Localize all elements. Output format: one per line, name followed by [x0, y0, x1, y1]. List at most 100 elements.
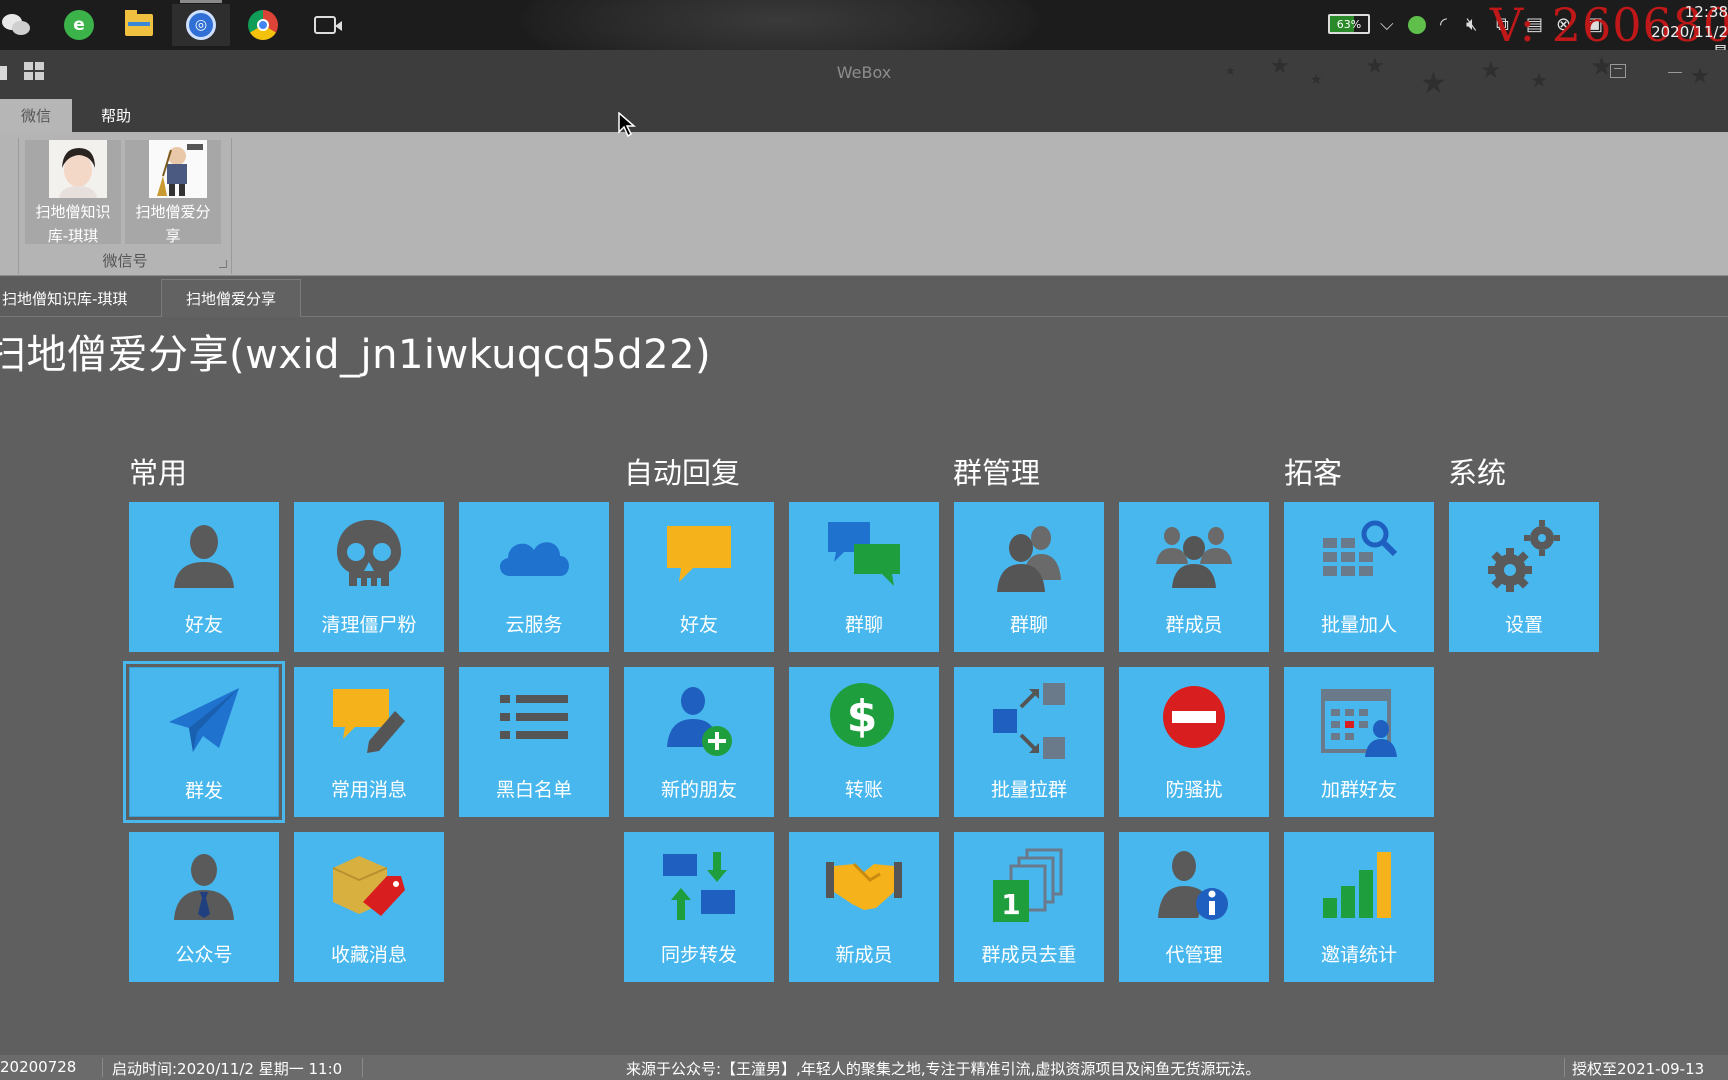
- tile-cloud-service[interactable]: 云服务: [459, 502, 609, 652]
- taskbar-chromium-app[interactable]: ◎: [172, 0, 230, 46]
- tile-label: 加群好友: [1320, 779, 1397, 801]
- license-text: 授权至2021-09-13: [1572, 1060, 1705, 1078]
- ribbon-group-label: 微信号: [102, 252, 148, 270]
- taskbar-file-explorer[interactable]: [110, 4, 168, 46]
- tab-help[interactable]: 帮助: [86, 99, 146, 132]
- tile-official-account[interactable]: 公众号: [129, 832, 279, 982]
- section-group-manage: 群管理: [953, 456, 1041, 490]
- clock-time: 12:38: [1684, 3, 1728, 21]
- calendar-person-icon: [1321, 689, 1397, 757]
- tile-label: 批量加人: [1320, 614, 1397, 636]
- svg-text:1: 1: [1001, 888, 1020, 921]
- tile-agent-manage[interactable]: 代管理: [1119, 832, 1269, 982]
- account-label-line2: 库-琪琪: [47, 227, 99, 245]
- browser-360-icon: e: [64, 10, 94, 40]
- wechat-icon: [2, 12, 32, 38]
- tile-member-dedup[interactable]: 1 群成员去重: [954, 832, 1104, 982]
- tile-label: 批量拉群: [990, 779, 1067, 801]
- avatar: [49, 140, 107, 198]
- tile-new-friends[interactable]: 新的朋友: [624, 667, 774, 817]
- tile-broadcast[interactable]: 群发: [123, 661, 285, 823]
- tile-label: 同步转发: [660, 944, 737, 966]
- tile-batch-add[interactable]: 批量加人: [1284, 502, 1434, 652]
- tab-account-1[interactable]: 扫地僧知识库-琪琪: [0, 279, 160, 317]
- speaker-muted-icon[interactable]: 🔇︎: [1466, 14, 1477, 35]
- battery-indicator[interactable]: 63%: [1328, 14, 1370, 34]
- chat-bubbles-icon: [828, 522, 900, 586]
- tile-label: 公众号: [175, 944, 233, 966]
- account-button-1[interactable]: 扫地僧知识 库-琪琪: [25, 140, 121, 245]
- taskbar-video[interactable]: [296, 4, 354, 46]
- tile-label: 群聊: [844, 614, 883, 636]
- tile-add-group-friends[interactable]: 加群好友: [1284, 667, 1434, 817]
- tab-account-2[interactable]: 扫地僧爱分享: [161, 279, 301, 317]
- cloud-icon: [499, 542, 569, 576]
- tile-favorites[interactable]: 收藏消息: [294, 832, 444, 982]
- sync-arrows-icon: [663, 852, 735, 920]
- tile-label: 群成员: [1165, 614, 1223, 636]
- group-people-icon: [1156, 527, 1232, 588]
- section-common: 常用: [129, 456, 188, 490]
- clock[interactable]: 12:38 2020/11/2 星: [1640, 2, 1728, 50]
- taskbar-chrome[interactable]: [234, 4, 292, 46]
- ribbon-group-weixinhao: 扫地僧知识 库-琪琪 扫地僧爱分 享 微信号: [18, 138, 232, 274]
- list-icon: [500, 695, 568, 739]
- section-system: 系统: [1448, 456, 1507, 490]
- tile-label: 群聊: [1009, 614, 1048, 636]
- no-entry-icon: [1163, 686, 1225, 748]
- section-auto-reply: 自动回复: [624, 456, 741, 490]
- paper-plane-icon: [169, 688, 239, 752]
- folder-icon: [125, 10, 153, 36]
- video-icon: [314, 16, 342, 34]
- version-text: 20200728: [0, 1058, 77, 1076]
- ribbon-tabs: 微信 帮助: [0, 94, 1728, 132]
- taskbar-360-browser[interactable]: e: [50, 4, 108, 46]
- chevron-down-icon[interactable]: ⌵: [1380, 14, 1394, 35]
- tile-blackwhite-list[interactable]: 黑白名单: [459, 667, 609, 817]
- window-title: WeBox: [836, 63, 892, 82]
- account-label-line1: 扫地僧爱分: [135, 203, 211, 221]
- green-status-icon[interactable]: [1408, 16, 1426, 34]
- svg-text:$: $: [847, 691, 878, 742]
- tab-weixin[interactable]: 微信: [0, 99, 72, 132]
- account-heading: 扫地僧爱分享(wxid_jn1iwkuqcq5d22): [0, 332, 712, 378]
- ribbon-panel: 扫地僧知识 库-琪琪 扫地僧爱分 享 微信号: [0, 132, 1728, 276]
- minimize-button[interactable]: [1668, 72, 1682, 73]
- start-time-text: 启动时间:2020/11/2 星期一 11:0: [112, 1060, 343, 1078]
- taskbar-wechat[interactable]: [0, 4, 46, 46]
- restore-button[interactable]: [1610, 64, 1626, 78]
- status-separator: [1564, 1058, 1565, 1077]
- tile-auto-reply-friends[interactable]: 好友: [624, 502, 774, 652]
- tile-label: 好友: [679, 614, 718, 636]
- account-button-2[interactable]: 扫地僧爱分 享: [125, 140, 221, 245]
- chromium-app-icon: ◎: [186, 10, 216, 40]
- tile-invite-stats[interactable]: 邀请统计: [1284, 832, 1434, 982]
- box-tag-icon: [332, 856, 405, 916]
- tile-label: 代管理: [1165, 944, 1223, 966]
- tile-group-members[interactable]: 群成员: [1119, 502, 1269, 652]
- tile-label: 群发: [184, 780, 223, 802]
- tile-sync-forward[interactable]: 同步转发: [624, 832, 774, 982]
- tile-friends[interactable]: 好友: [129, 502, 279, 652]
- window-titlebar: ★ ★ ★ ★ ★ ★ ★ ★ ★ WeBox: [0, 50, 1728, 94]
- dollar-icon: $: [830, 683, 894, 747]
- tile-label: 新的朋友: [660, 779, 737, 801]
- distribute-icon: [993, 683, 1065, 759]
- tile-label: 收藏消息: [330, 944, 407, 966]
- tile-auto-reply-group-chat[interactable]: 群聊: [789, 502, 939, 652]
- account-tabs: 扫地僧知识库-琪琪 扫地僧爱分享: [0, 277, 1728, 317]
- status-bar: 20200728 启动时间:2020/11/2 星期一 11:0 来源于公众号:…: [0, 1055, 1728, 1080]
- dialog-launcher-icon[interactable]: [219, 260, 227, 268]
- add-person-icon: [667, 687, 732, 756]
- wifi-icon[interactable]: ◜: [1440, 14, 1447, 35]
- tile-settings[interactable]: 设置: [1449, 502, 1599, 652]
- tile-common-messages[interactable]: 常用消息: [294, 667, 444, 817]
- person-icon: [174, 525, 234, 588]
- tile-group-chat[interactable]: 群聊: [954, 502, 1104, 652]
- tile-new-members[interactable]: 新成员: [789, 832, 939, 982]
- people-icon: [997, 526, 1061, 592]
- tile-clean-zombie[interactable]: 清理僵尸粉: [294, 502, 444, 652]
- tile-anti-spam[interactable]: 防骚扰: [1119, 667, 1269, 817]
- tile-transfer[interactable]: $ 转账: [789, 667, 939, 817]
- tile-batch-pull-group[interactable]: 批量拉群: [954, 667, 1104, 817]
